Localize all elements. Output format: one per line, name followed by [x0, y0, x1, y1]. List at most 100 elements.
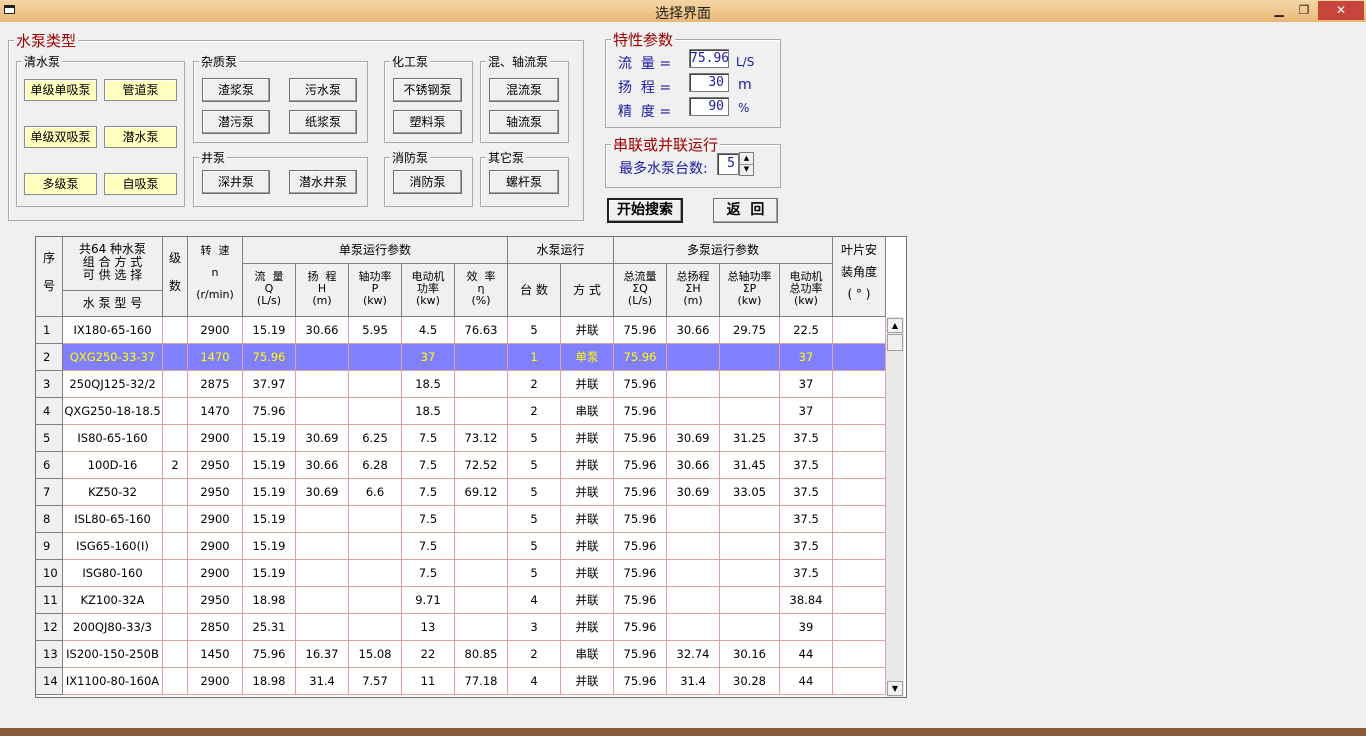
table-row[interactable]: 12 200QJ80-33/3 2850 25.31 13 3 并联 75.96 39	[36, 614, 886, 641]
cell-total-head: 31.4	[667, 668, 720, 695]
cell-seq[interactable]: 4	[36, 398, 63, 425]
cell-count: 5	[508, 425, 561, 452]
vertical-scrollbar[interactable]: ▲ ▼	[886, 317, 904, 697]
multistage-pump-button[interactable]: 多级泵	[24, 173, 97, 195]
table-row[interactable]: 13 IS200-150-250B 1450 75.96 16.37 15.08 22 80.…	[36, 641, 886, 668]
scroll-up-icon[interactable]: ▲	[887, 318, 903, 333]
cell-seq[interactable]: 8	[36, 506, 63, 533]
table-row[interactable]: 2 QXG250-33-37 1470 75.96 37 1 单泵 75.96 37	[36, 344, 886, 371]
cell-model: IS200-150-250B	[63, 641, 163, 668]
flow-input[interactable]: 75.96	[689, 49, 729, 68]
pump-count-spinner[interactable]: ▲ ▼	[739, 152, 754, 176]
max-pump-count-input[interactable]: 5	[717, 153, 739, 175]
cell-seq[interactable]: 13	[36, 641, 63, 668]
cell-flow: 15.19	[243, 506, 296, 533]
cell-seq[interactable]: 1	[36, 317, 63, 344]
cell-seq[interactable]: 9	[36, 533, 63, 560]
cell-model: 250QJ125-32/2	[63, 371, 163, 398]
cell-seq[interactable]: 3	[36, 371, 63, 398]
cell-count: 4	[508, 668, 561, 695]
cell-stage	[163, 344, 188, 371]
scroll-down-icon[interactable]: ▼	[887, 681, 903, 696]
header-total-head: 总扬程 ΣH (m)	[667, 264, 720, 317]
cell-count: 5	[508, 506, 561, 533]
submersible-well-pump-button[interactable]: 潜水井泵	[289, 170, 357, 194]
cell-seq[interactable]: 6	[36, 452, 63, 479]
table-row[interactable]: 7 KZ50-32 2950 15.19 30.69 6.6 7.5 69.12 5 并联 75.9…	[36, 479, 886, 506]
table-row[interactable]: 9 ISG65-160(I) 2900 15.19 7.5 5 并联 75.96 37.5	[36, 533, 886, 560]
cell-efficiency: 80.85	[455, 641, 508, 668]
cell-seq[interactable]: 14	[36, 668, 63, 695]
cell-total-motor-power: 44	[780, 668, 833, 695]
cell-head: 16.37	[296, 641, 349, 668]
table-row[interactable]: 6 100D-16 2 2950 15.19 30.66 6.28 7.5 72.52 5 并联 75…	[36, 452, 886, 479]
close-button[interactable]: ✕	[1318, 1, 1364, 20]
slurry-pump-button[interactable]: 渣浆泵	[202, 78, 270, 102]
cell-mode: 并联	[561, 317, 614, 344]
single-stage-double-suction-button[interactable]: 单级双吸泵	[24, 126, 97, 148]
fire-pump-button[interactable]: 消防泵	[393, 170, 462, 194]
minimize-button[interactable]: ▁	[1270, 1, 1288, 19]
cell-total-flow: 75.96	[614, 425, 667, 452]
grid-body: 1 IX180-65-160 2900 15.19 30.66 5.95 4.5 76.63 5…	[36, 317, 886, 697]
maximize-button[interactable]: ❐	[1294, 1, 1314, 19]
cell-mode: 并联	[561, 587, 614, 614]
header-shaft-power: 轴功率 P (kw)	[349, 264, 402, 317]
screw-pump-button[interactable]: 螺杆泵	[489, 170, 559, 194]
table-row[interactable]: 3 250QJ125-32/2 2875 37.97 18.5 2 并联 75.96 37	[36, 371, 886, 398]
plastic-pump-button[interactable]: 塑料泵	[393, 110, 462, 134]
mixed-flow-pump-button[interactable]: 混流泵	[489, 78, 559, 102]
cell-speed: 2850	[188, 614, 243, 641]
spin-down-icon[interactable]: ▼	[740, 164, 753, 175]
sewage-pump-button[interactable]: 污水泵	[289, 78, 357, 102]
cell-blade-angle	[833, 614, 886, 641]
table-row[interactable]: 8 ISL80-65-160 2900 15.19 7.5 5 并联 75.96 37.5	[36, 506, 886, 533]
cell-mode: 单泵	[561, 344, 614, 371]
submersible-sewage-pump-button[interactable]: 潜污泵	[202, 110, 270, 134]
self-priming-pump-button[interactable]: 自吸泵	[104, 173, 177, 195]
table-row[interactable]: 11 KZ100-32A 2950 18.98 9.71 4 并联 75.96 38.84	[36, 587, 886, 614]
cell-total-shaft-power: 31.25	[720, 425, 780, 452]
single-stage-single-suction-button[interactable]: 单级单吸泵	[24, 79, 97, 101]
flow-unit: L/S	[736, 55, 755, 69]
results-grid[interactable]: 序 号 共64 种水泵 组 合 方 式 可 供 选 择 水 泵 型 号 级 数 …	[35, 236, 907, 698]
cell-seq[interactable]: 7	[36, 479, 63, 506]
table-row[interactable]: 1 IX180-65-160 2900 15.19 30.66 5.95 4.5 76.63 5…	[36, 317, 886, 344]
cell-seq[interactable]: 5	[36, 425, 63, 452]
cell-stage	[163, 425, 188, 452]
header-total-flow: 总流量 ΣQ (L/s)	[614, 264, 667, 317]
precision-input[interactable]: 90	[689, 97, 729, 116]
table-row[interactable]: 14 IX1100-80-160A 2900 18.98 31.4 7.57 11 77.18…	[36, 668, 886, 695]
cell-flow: 15.19	[243, 425, 296, 452]
table-row[interactable]: 10 ISG80-160 2900 15.19 7.5 5 并联 75.96 37.5	[36, 560, 886, 587]
scroll-thumb[interactable]	[887, 334, 903, 351]
cell-seq[interactable]: 12	[36, 614, 63, 641]
cell-shaft-power	[349, 398, 402, 425]
table-row[interactable]: 5 IS80-65-160 2900 15.19 30.69 6.25 7.5 73.12 5 并…	[36, 425, 886, 452]
cell-seq[interactable]: 10	[36, 560, 63, 587]
axial-flow-pump-button[interactable]: 轴流泵	[489, 110, 559, 134]
back-button[interactable]: 返 回	[713, 198, 778, 223]
cell-total-motor-power: 37.5	[780, 560, 833, 587]
cell-model: 200QJ80-33/3	[63, 614, 163, 641]
cell-total-motor-power: 44	[780, 641, 833, 668]
table-row[interactable]: 4 QXG250-18-18.5 1470 75.96 18.5 2 串联 75.96 37	[36, 398, 886, 425]
cell-seq[interactable]: 11	[36, 587, 63, 614]
head-input[interactable]: 30	[689, 73, 729, 92]
cell-blade-angle	[833, 587, 886, 614]
pipeline-pump-button[interactable]: 管道泵	[104, 79, 177, 101]
start-search-button[interactable]: 开始搜索	[607, 198, 683, 223]
cell-seq[interactable]: 2	[36, 344, 63, 371]
submersible-pump-button[interactable]: 潜水泵	[104, 126, 177, 148]
cell-motor-power: 13	[402, 614, 455, 641]
cell-mode: 串联	[561, 398, 614, 425]
cell-model: ISL80-65-160	[63, 506, 163, 533]
cell-total-flow: 75.96	[614, 506, 667, 533]
cell-total-shaft-power	[720, 560, 780, 587]
cell-efficiency	[455, 614, 508, 641]
cell-total-head	[667, 371, 720, 398]
fire-pump-title: 消防泵	[390, 149, 431, 166]
stainless-steel-pump-button[interactable]: 不锈钢泵	[393, 78, 462, 102]
pulp-pump-button[interactable]: 纸浆泵	[289, 110, 357, 134]
deep-well-pump-button[interactable]: 深井泵	[202, 170, 270, 194]
